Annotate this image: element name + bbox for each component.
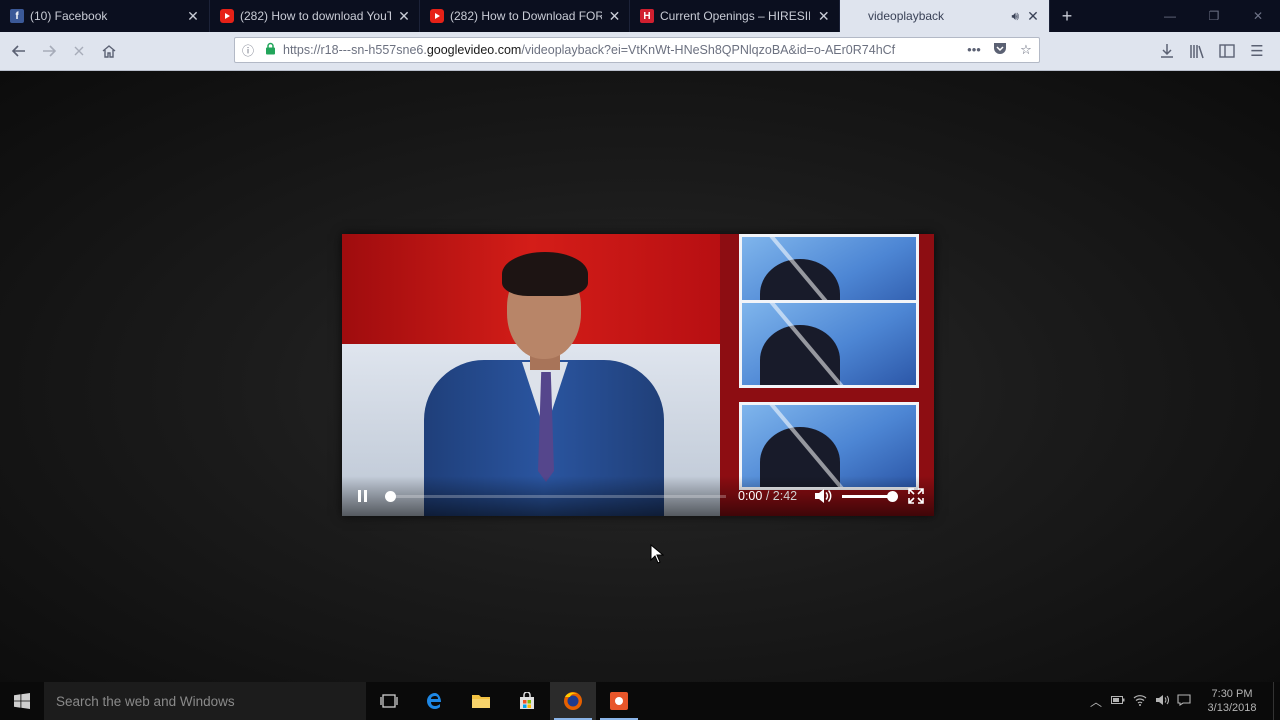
video-frame-monitor <box>739 300 919 388</box>
tab-facebook[interactable]: f (10) Facebook ✕ <box>0 0 210 32</box>
recorder-app-icon[interactable] <box>596 682 642 720</box>
tab-title: videoplayback <box>868 9 945 23</box>
forward-arrow-icon[interactable] <box>34 36 64 66</box>
url-domain: googlevideo.com <box>426 43 522 57</box>
search-placeholder: Search the web and Windows <box>56 693 235 709</box>
show-hidden-icons-icon[interactable]: ︿ <box>1085 693 1107 710</box>
current-time: 0:00 <box>738 489 763 503</box>
url-text[interactable]: https://r18---sn-h557sne6.googlevideo.co… <box>283 43 961 57</box>
downloads-icon[interactable] <box>1152 36 1182 66</box>
tab-hiresine[interactable]: H Current Openings – HIRESINE ✕ <box>630 0 840 32</box>
url-prefix: https://r18---sn-h557sne6. <box>283 43 427 57</box>
tab-youtube-download[interactable]: (282) How to download YouTube ✕ <box>210 0 420 32</box>
video-player[interactable]: 0:00 / 2:42 <box>342 234 934 516</box>
file-explorer-icon[interactable] <box>458 682 504 720</box>
show-desktop-button[interactable] <box>1273 682 1280 720</box>
system-tray: ︿ 7:30 PM 3/13/2018 <box>1085 682 1280 720</box>
windows-start-icon[interactable] <box>0 682 44 720</box>
back-arrow-icon[interactable] <box>4 36 34 66</box>
tab-strip: f (10) Facebook ✕ (282) How to download … <box>0 0 1280 32</box>
edge-browser-icon[interactable] <box>412 682 458 720</box>
time-separator: / <box>762 489 773 503</box>
info-icon[interactable]: ⓘ <box>239 42 257 59</box>
tab-title: (282) How to download YouTube <box>240 9 392 23</box>
fullscreen-icon[interactable] <box>908 488 924 504</box>
library-icon[interactable] <box>1182 36 1212 66</box>
hiresine-icon: H <box>640 9 654 23</box>
video-controls: 0:00 / 2:42 <box>342 476 934 516</box>
time-display: 0:00 / 2:42 <box>738 489 797 503</box>
url-path: /videoplayback?ei=VtKnWt-HNeSh8QPNlqzoBA… <box>521 43 896 57</box>
close-window-icon[interactable]: ✕ <box>1236 0 1280 32</box>
lock-icon[interactable] <box>261 42 279 58</box>
speaker-icon[interactable]: 🔊︎ <box>1011 9 1019 24</box>
tab-title: (10) Facebook <box>30 9 108 23</box>
tab-title: (282) How to Download FORTNITE <box>450 9 603 23</box>
address-bar[interactable]: ⓘ https://r18---sn-h557sne6.googlevideo.… <box>234 37 1040 63</box>
taskbar: Search the web and Windows ︿ 7:30 PM 3/1… <box>0 682 1280 720</box>
video-frame-presenter-hair <box>502 252 588 296</box>
sidebar-icon[interactable] <box>1212 36 1242 66</box>
duration: 2:42 <box>772 489 798 503</box>
volume-tray-icon[interactable] <box>1151 694 1173 709</box>
seek-bar[interactable] <box>385 491 726 502</box>
battery-icon[interactable] <box>1107 694 1129 708</box>
close-tab-icon[interactable]: ✕ <box>816 8 831 25</box>
store-icon[interactable] <box>504 682 550 720</box>
firefox-icon[interactable] <box>550 682 596 720</box>
minimize-icon[interactable]: — <box>1148 0 1192 32</box>
tab-youtube-fortnite[interactable]: (282) How to Download FORTNITE ✕ <box>420 0 630 32</box>
wifi-icon[interactable] <box>1129 694 1151 709</box>
clock-date: 3/13/2018 <box>1207 702 1257 714</box>
navigation-toolbar: ⓘ https://r18---sn-h557sne6.googlevideo.… <box>0 32 1280 71</box>
stop-icon[interactable] <box>64 36 94 66</box>
task-view-icon[interactable] <box>366 682 412 720</box>
pocket-icon[interactable] <box>987 42 1013 58</box>
tab-title: Current Openings – HIRESINE <box>660 9 811 23</box>
taskbar-search-box[interactable]: Search the web and Windows <box>44 682 366 720</box>
volume-slider[interactable] <box>842 491 898 502</box>
bookmark-star-icon[interactable]: ☆ <box>1013 42 1039 58</box>
volume-thumb[interactable] <box>887 491 898 502</box>
youtube-icon <box>430 9 444 23</box>
facebook-icon: f <box>10 9 24 23</box>
window-controls: — ❐ ✕ <box>1148 0 1280 32</box>
pause-button[interactable] <box>356 488 370 504</box>
volume-level <box>842 495 892 498</box>
new-tab-button[interactable]: + <box>1050 0 1084 32</box>
page-actions-icon[interactable]: ••• <box>961 42 987 58</box>
youtube-icon <box>220 9 234 23</box>
close-tab-icon[interactable]: ✕ <box>1025 8 1041 25</box>
menu-hamburger-icon[interactable]: ☰ <box>1242 36 1272 66</box>
home-icon[interactable] <box>94 36 124 66</box>
mouse-cursor-icon <box>650 544 664 564</box>
close-tab-icon[interactable]: ✕ <box>397 8 411 25</box>
tab-videoplayback[interactable]: videoplayback 🔊︎ ✕ <box>840 0 1050 32</box>
taskbar-clock[interactable]: 7:30 PM 3/13/2018 <box>1195 687 1269 715</box>
page-content: 0:00 / 2:42 <box>0 71 1280 682</box>
clock-time: 7:30 PM <box>1211 688 1253 700</box>
close-tab-icon[interactable]: ✕ <box>185 8 201 25</box>
close-tab-icon[interactable]: ✕ <box>608 8 621 25</box>
seek-bar-thumb[interactable] <box>385 491 396 502</box>
restore-icon[interactable]: ❐ <box>1192 0 1236 32</box>
action-center-icon[interactable] <box>1173 693 1195 709</box>
volume-icon[interactable] <box>814 488 832 504</box>
